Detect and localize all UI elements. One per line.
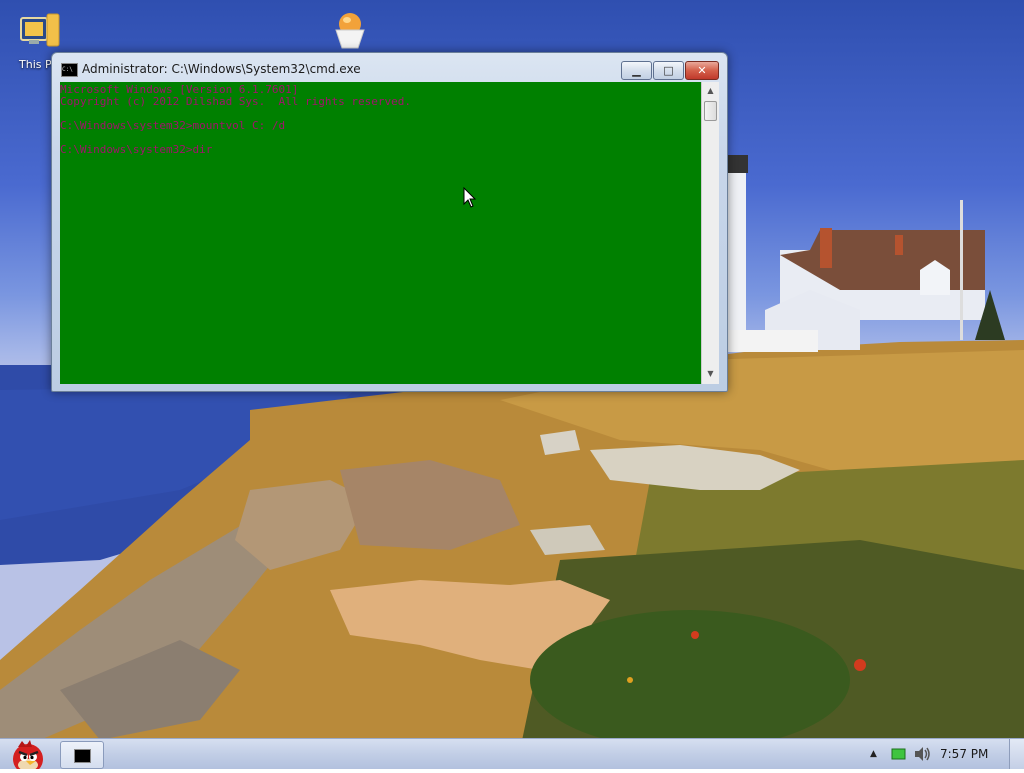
console-line: Copyright (c) 2012 Dilshad Sys. All righ… bbox=[60, 95, 411, 108]
taskbar-cmd-button[interactable] bbox=[60, 741, 104, 769]
maximize-icon: □ bbox=[663, 64, 674, 77]
console-line: C:\Windows\system32>mountvol C: /d bbox=[60, 119, 286, 132]
show-hidden-icons-button[interactable]: ▲ bbox=[870, 749, 877, 759]
system-clock[interactable]: 7:57 PM bbox=[940, 747, 988, 761]
volume-icon[interactable] bbox=[913, 746, 931, 762]
taskbar: ▲ 7:57 PM bbox=[0, 738, 1024, 773]
maximize-button[interactable]: □ bbox=[653, 61, 684, 80]
close-icon: ✕ bbox=[697, 64, 707, 77]
angry-bird-start-icon bbox=[13, 740, 43, 773]
computer-icon bbox=[20, 13, 60, 47]
minimize-icon: ▁ bbox=[632, 64, 641, 77]
wallpaper-house bbox=[726, 155, 1005, 352]
scrollbar-thumb[interactable] bbox=[704, 101, 717, 121]
battery-icon[interactable] bbox=[891, 747, 907, 761]
cmd-window[interactable]: C:\ Administrator: C:\Windows\System32\c… bbox=[51, 52, 728, 392]
window-titlebar[interactable]: C:\ Administrator: C:\Windows\System32\c… bbox=[52, 53, 727, 83]
scroll-down-icon[interactable]: ▼ bbox=[702, 367, 719, 381]
cmd-icon-text: C:\ bbox=[62, 66, 73, 73]
desktop-icon-egg[interactable] bbox=[315, 12, 385, 55]
start-button[interactable] bbox=[4, 739, 50, 773]
window-title: Administrator: C:\Windows\System32\cmd.e… bbox=[82, 62, 361, 76]
close-button[interactable]: ✕ bbox=[685, 61, 719, 80]
desktop-icon-this-pc[interactable]: This P bbox=[4, 10, 74, 71]
minimize-button[interactable]: ▁ bbox=[621, 61, 652, 80]
egg-cup-icon bbox=[335, 13, 365, 49]
mouse-cursor-icon bbox=[463, 187, 477, 208]
cmd-icon bbox=[74, 749, 91, 763]
vertical-scrollbar[interactable]: ▲ ▼ bbox=[701, 82, 719, 384]
cmd-icon: C:\ bbox=[61, 63, 78, 77]
desktop: This P C:\ Administrator: C:\Windows\Sys… bbox=[0, 0, 1024, 738]
console-line: C:\Windows\system32>dir bbox=[60, 143, 213, 156]
scroll-up-icon[interactable]: ▲ bbox=[702, 84, 719, 98]
show-desktop-button[interactable] bbox=[1009, 739, 1024, 769]
console-output[interactable]: Microsoft Windows [Version 6.1.7601] Cop… bbox=[60, 82, 701, 384]
